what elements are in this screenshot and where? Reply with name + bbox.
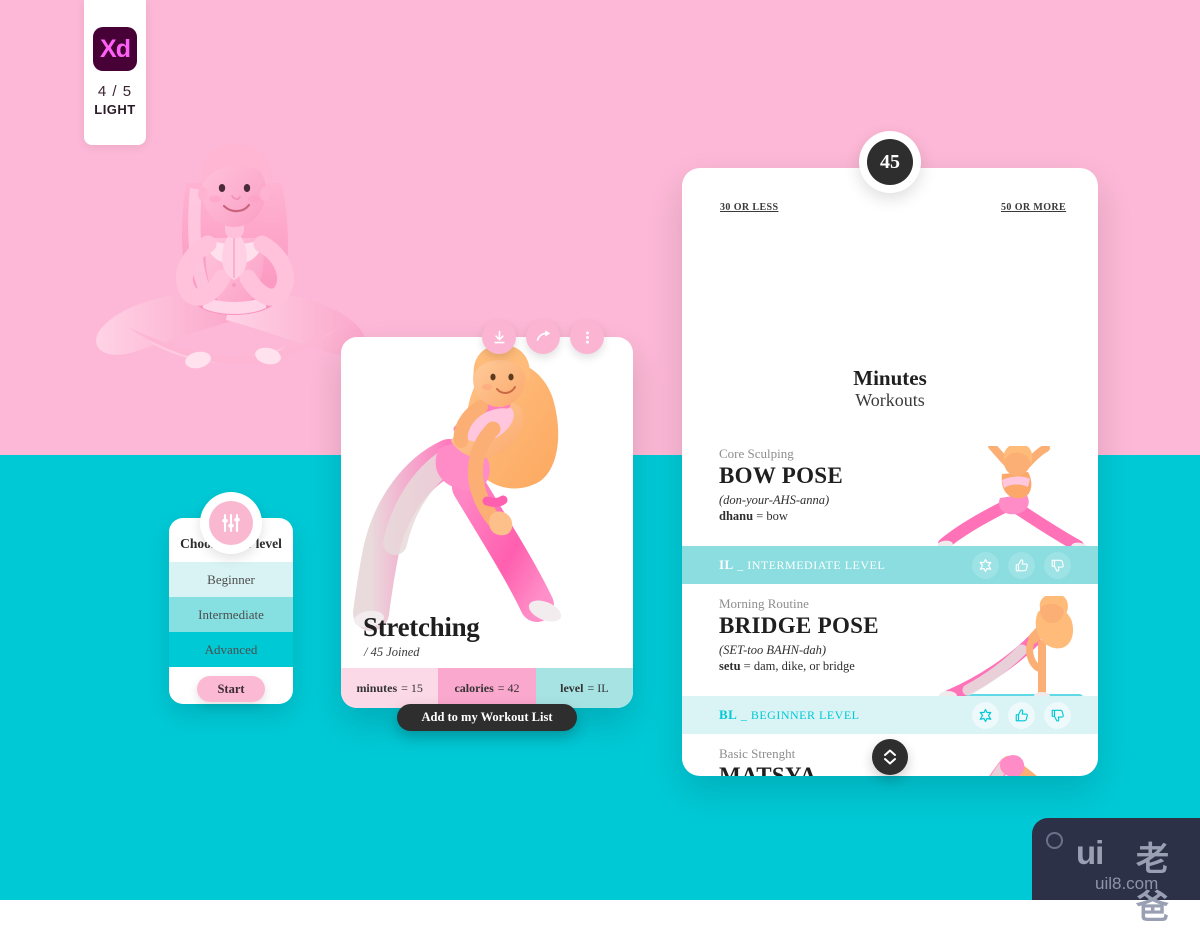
- level-code: BL: [719, 707, 738, 722]
- sliders-icon: [209, 501, 253, 545]
- more-options-icon[interactable]: [570, 320, 604, 354]
- watermark-circle-icon: [1046, 832, 1063, 849]
- level-label: _ BEGINNER LEVEL: [740, 708, 860, 722]
- workout-category: Morning Routine: [719, 596, 809, 611]
- thumbs-down-icon[interactable]: [1044, 701, 1071, 729]
- level-chooser-knob[interactable]: [200, 492, 262, 554]
- row-action-icons: [972, 551, 1071, 579]
- stat-label: minutes: [356, 680, 398, 695]
- star-icon[interactable]: [972, 701, 999, 729]
- level-option-label: Intermediate: [198, 606, 264, 622]
- level-option-advanced[interactable]: Advanced: [169, 632, 293, 667]
- workout-meaning: setu = dam, dike, or bridge: [719, 659, 879, 674]
- watermark: ui 老爸 uil8.com: [1032, 818, 1200, 926]
- thumbs-up-icon[interactable]: [1008, 551, 1035, 579]
- watermark-brand: ui: [1076, 834, 1104, 871]
- workout-meaning: dhanu = bow: [719, 509, 843, 524]
- level-option-label: Advanced: [204, 641, 258, 657]
- add-to-workout-list-button[interactable]: Add to my Workout List: [397, 704, 577, 731]
- xd-theme: LIGHT: [94, 102, 136, 117]
- stretching-illustration: [353, 344, 562, 631]
- level-bar-text: BL _ BEGINNER LEVEL: [719, 707, 860, 723]
- stretch-card-stats: minutes = 15 calories = 42 level = IL: [341, 668, 633, 708]
- level-label: _ INTERMEDIATE LEVEL: [737, 558, 886, 572]
- watermark-url: uil8.com: [1095, 874, 1159, 893]
- level-option-intermediate[interactable]: Intermediate: [169, 597, 293, 632]
- level-option-label: Beginner: [207, 571, 255, 587]
- workouts-heading-sub: Workouts: [855, 390, 925, 411]
- workout-term: dhanu: [719, 509, 754, 523]
- workout-term: setu: [719, 659, 741, 673]
- level-code: IL: [719, 557, 734, 572]
- workout-name: MATSYA: [719, 763, 817, 776]
- workout-translation: = dam, dike, or bridge: [743, 659, 855, 673]
- workouts-card: Minutes Workouts Core Sculping BOW POSE …: [682, 168, 1098, 776]
- stat-label: calories: [454, 680, 494, 695]
- workout-category: Basic Strenght: [719, 746, 796, 761]
- workout-row[interactable]: Core Sculping BOW POSE (don-your-AHS-ann…: [682, 446, 1098, 554]
- xd-logo-label: Xd: [100, 34, 131, 63]
- workout-name: BRIDGE POSE: [719, 613, 879, 638]
- matsya-pose-illustration: [989, 755, 1037, 776]
- stat-label: level: [560, 680, 584, 695]
- level-bar-beginner: BL _ BEGINNER LEVEL: [682, 696, 1098, 734]
- workout-row[interactable]: Morning Routine BRIDGE POSE (SET-too BAH…: [682, 596, 1098, 704]
- share-icon[interactable]: [526, 320, 560, 354]
- stretch-card-title: Stretching: [363, 612, 480, 642]
- level-bar-text: IL _ INTERMEDIATE LEVEL: [719, 557, 885, 573]
- workout-translation: = bow: [756, 509, 788, 523]
- thumbs-up-icon[interactable]: [1008, 701, 1035, 729]
- xd-logo-icon: Xd: [93, 27, 137, 71]
- stretch-card-actions: [482, 320, 604, 354]
- workout-name: BOW POSE: [719, 463, 844, 488]
- stretch-card-subtitle: / 45 Joined: [364, 645, 420, 659]
- chevron-up-down-icon: [884, 749, 896, 765]
- level-option-beginner[interactable]: Beginner: [169, 562, 293, 597]
- stat-value: = IL: [587, 680, 609, 695]
- stat-calories: calories = 42: [438, 668, 536, 708]
- download-icon[interactable]: [482, 320, 516, 354]
- star-icon[interactable]: [972, 551, 999, 579]
- start-button[interactable]: Start: [197, 676, 265, 702]
- minutes-badge-value: 45: [867, 139, 913, 185]
- row-action-icons: [972, 701, 1071, 729]
- stretching-card: Stretching / 45 Joined minutes = 15 calo…: [341, 337, 633, 708]
- workout-category: Core Sculping: [719, 446, 794, 461]
- thumbs-down-icon[interactable]: [1044, 551, 1071, 579]
- stat-level: level = IL: [535, 668, 633, 708]
- filter-50-or-more[interactable]: 50 OR MORE: [1001, 202, 1066, 213]
- workout-pronunciation: (SET-too BAHN-dah): [719, 643, 827, 657]
- minutes-badge: 45: [859, 131, 921, 193]
- screenshot-stage: Xd 4 / 5 LIGHT Choose your level Beginne…: [0, 0, 1200, 926]
- filter-30-or-less[interactable]: 30 OR LESS: [720, 202, 778, 213]
- stat-value: = 15: [401, 680, 423, 695]
- xd-count: 4 / 5: [97, 83, 133, 100]
- level-bar-intermediate: IL _ INTERMEDIATE LEVEL: [682, 546, 1098, 584]
- workouts-heading: Minutes Workouts: [682, 366, 1098, 411]
- workouts-heading-main: Minutes: [853, 366, 927, 390]
- scroll-toggle-button[interactable]: [872, 739, 908, 775]
- xd-version-badge: Xd 4 / 5 LIGHT: [84, 0, 146, 145]
- stat-value: = 42: [497, 680, 520, 695]
- workout-pronunciation: (don-your-AHS-anna): [719, 493, 830, 507]
- stat-minutes: minutes = 15: [341, 668, 439, 708]
